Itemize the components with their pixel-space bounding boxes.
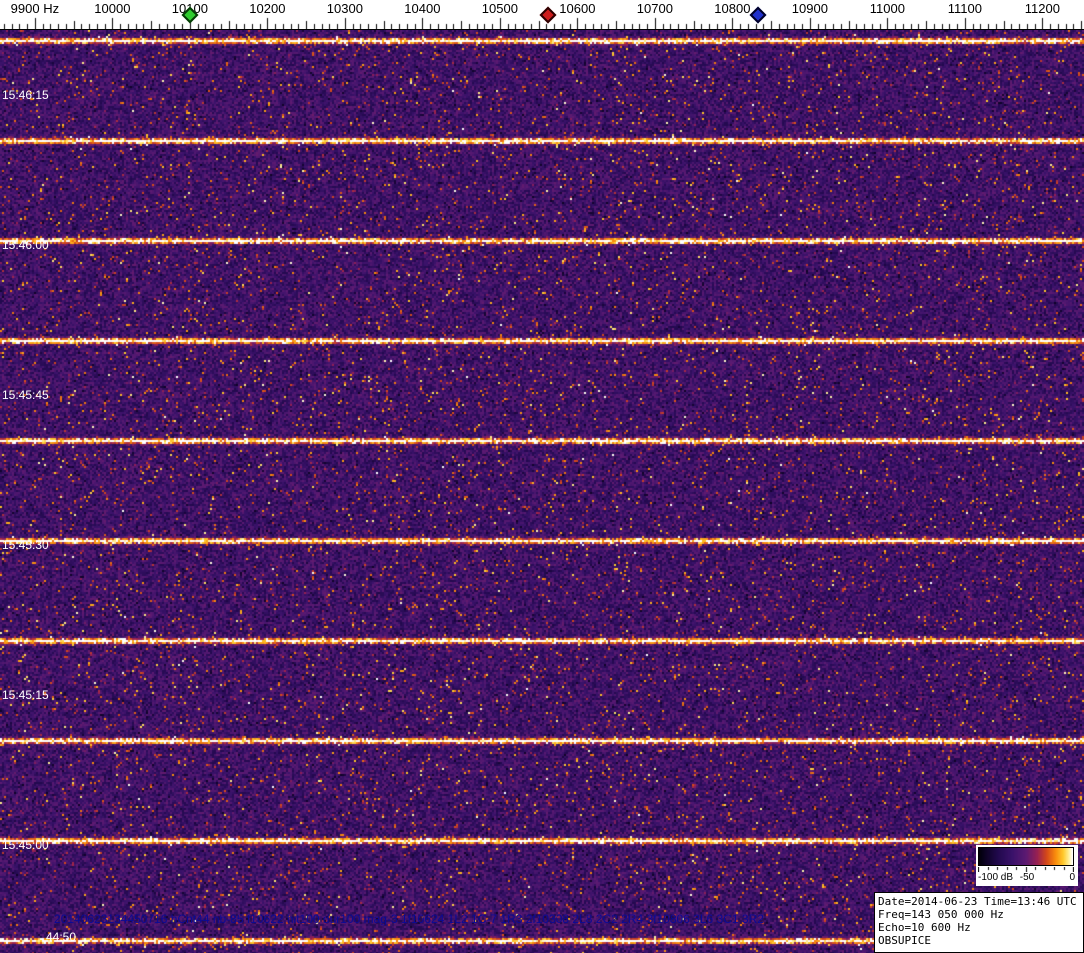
color-scale-gradient — [978, 847, 1074, 866]
freq-tick-label: 10700 — [636, 1, 673, 16]
time-label: 15:45:00 — [2, 838, 49, 852]
freq-tick-label: 9900 Hz — [10, 1, 60, 16]
time-label: 15:45:45 — [2, 388, 49, 402]
info-line-echo: Echo=10 600 Hz — [878, 921, 971, 934]
frequency-ruler[interactable]: 9900 Hz100001010010200103001040010500106… — [0, 0, 1084, 30]
time-label: 15:46:00 — [2, 238, 49, 252]
freq-tick-label: 10000 — [94, 1, 131, 16]
info-line-date: Date=2014-06-23 Time=13:46 UTC — [878, 895, 1077, 908]
freq-tick-label: 10600 — [559, 1, 596, 16]
freq-tick-label: 11000 — [869, 1, 905, 16]
color-scale-legend: -100 dB -50 0 — [976, 845, 1078, 886]
legend-label-mid: -50 — [1019, 872, 1035, 883]
freq-tick-label: 11100 — [947, 1, 982, 16]
legend-label-max: 0 — [1069, 872, 1075, 883]
time-label: 15:45:15 — [2, 688, 49, 702]
info-line-station: OBSUPICE — [878, 934, 931, 947]
info-panel: Date=2014-06-23 Time=13:46 UTC Freq=143 … — [874, 892, 1084, 953]
freq-tick-label: 10300 — [326, 1, 363, 16]
freq-tick-label: 11200 — [1024, 1, 1060, 16]
legend-label-min: -100 dB — [978, 872, 1014, 883]
detection-annotation: 20140623134450716 hCnt44 nb-85 f10622 hi… — [54, 912, 764, 926]
freq-tick-label: 10800 — [714, 1, 751, 16]
freq-tick-label: 10200 — [249, 1, 286, 16]
time-label: 15:46:15 — [2, 88, 49, 102]
time-label: 44:50 — [46, 930, 77, 944]
freq-tick-label: 10400 — [404, 1, 441, 16]
spectrogram-waterfall[interactable] — [0, 30, 1084, 953]
time-label: 15:45:30 — [2, 538, 49, 552]
meteor-spectrogram-app: 9900 Hz100001010010200103001040010500106… — [0, 0, 1084, 953]
color-scale-labels: -100 dB -50 0 — [978, 872, 1076, 884]
freq-tick-label: 10500 — [481, 1, 518, 16]
info-line-freq: Freq=143 050 000 Hz — [878, 908, 1004, 921]
freq-tick-label: 10900 — [791, 1, 828, 16]
